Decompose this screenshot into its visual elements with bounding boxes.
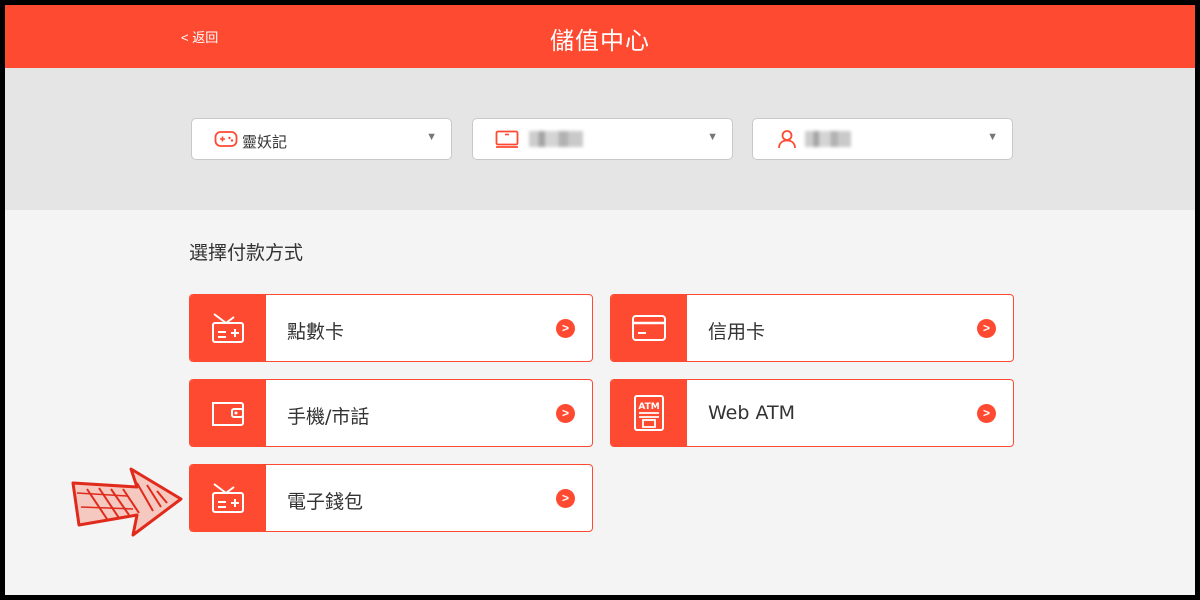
server-select[interactable]: ▼ [472, 118, 733, 160]
chevron-right-icon: > [556, 404, 575, 423]
header-bar: < 返回 儲值中心 [5, 5, 1195, 68]
point-card-icon [212, 313, 244, 343]
character-select[interactable]: ▼ [752, 118, 1013, 160]
user-icon [778, 130, 796, 149]
chevron-right-icon: > [556, 319, 575, 338]
payment-point-card[interactable]: 點數卡 > [189, 294, 593, 362]
svg-text:ATM: ATM [638, 402, 659, 412]
wallet-icon [212, 402, 244, 426]
payment-label: 手機/市話 [287, 406, 370, 428]
app-frame: < 返回 儲值中心 靈妖記 ▼ ▼ ▼ 選擇付款方式 點數卡 > 信用卡 > 手… [5, 5, 1195, 595]
chevron-down-icon: ▼ [987, 131, 998, 143]
server-icon [495, 130, 519, 148]
payment-e-wallet[interactable]: 電子錢包 > [189, 464, 593, 532]
page-title: 儲值中心 [550, 27, 650, 55]
pointer-arrow-annotation [71, 467, 183, 537]
atm-icon: ATM [634, 395, 664, 431]
blurred-character-name [805, 131, 851, 147]
payment-mobile[interactable]: 手機/市話 > [189, 379, 593, 447]
payment-label: 電子錢包 [287, 491, 364, 513]
chevron-down-icon: ▼ [426, 131, 437, 143]
selector-bar: 靈妖記 ▼ ▼ ▼ [5, 68, 1195, 210]
payment-label: Web ATM [708, 402, 795, 424]
chevron-right-icon: > [977, 319, 996, 338]
payment-section-title: 選擇付款方式 [189, 242, 304, 264]
chevron-right-icon: > [556, 489, 575, 508]
payment-label: 信用卡 [708, 321, 766, 343]
chevron-right-icon: > [977, 404, 996, 423]
point-card-icon [212, 483, 244, 513]
payment-label: 點數卡 [287, 321, 345, 343]
payment-credit-card[interactable]: 信用卡 > [610, 294, 1014, 362]
credit-card-icon [632, 315, 666, 341]
gamepad-icon [214, 131, 238, 147]
chevron-down-icon: ▼ [707, 131, 718, 143]
game-select[interactable]: 靈妖記 ▼ [191, 118, 452, 160]
game-select-value: 靈妖記 [242, 134, 288, 151]
payment-web-atm[interactable]: ATM Web ATM > [610, 379, 1014, 447]
blurred-server-name [529, 131, 583, 147]
